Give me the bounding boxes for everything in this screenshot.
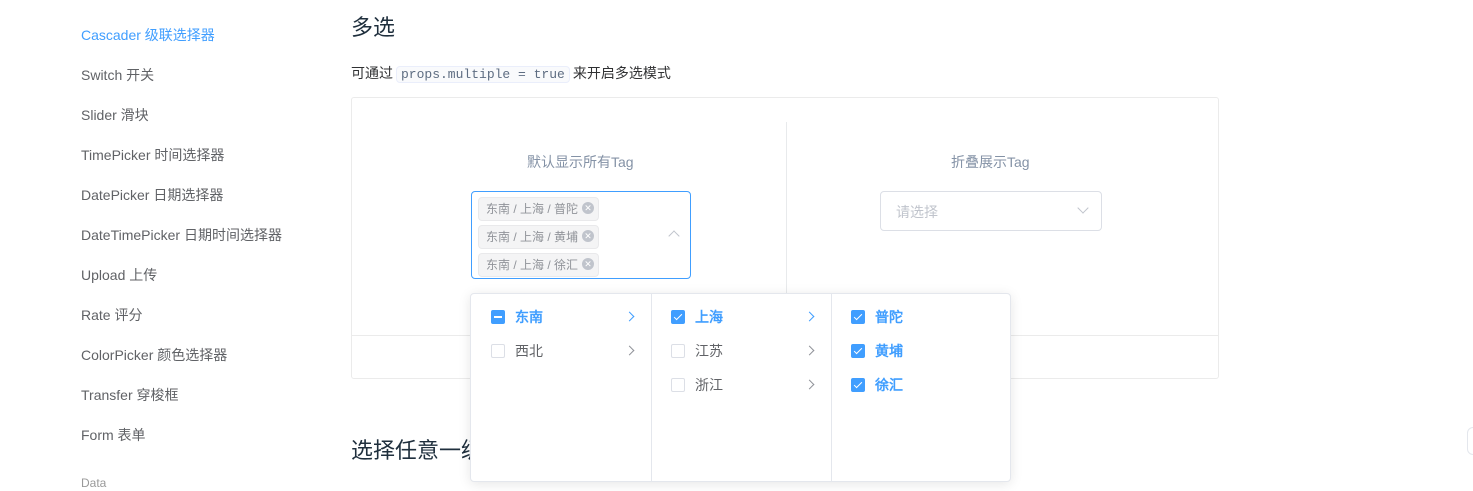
node-checkbox[interactable] [671, 378, 685, 392]
node-checkbox[interactable] [671, 344, 685, 358]
chevron-up-icon[interactable] [668, 230, 680, 242]
chevron-right-icon [804, 311, 815, 322]
sidebar-nav: Cascader 级联选择器 Switch 开关 Slider 滑块 TimeP… [0, 0, 330, 490]
cascader-node-putuo[interactable]: 普陀 [831, 300, 1011, 334]
section-title: 多选 [351, 15, 396, 40]
cascader-dropdown-panel: 东南 西北 上海 江苏 浙江 普陀 黄埔 徐汇 [470, 293, 1011, 482]
cascader-node-huangpu[interactable]: 黄埔 [831, 334, 1011, 368]
sidebar-item-form[interactable]: Form 表单 [81, 425, 146, 445]
tag-close-icon[interactable]: ✕ [582, 202, 595, 214]
sidebar-group-label: Data [81, 476, 107, 490]
node-checkbox[interactable] [851, 310, 865, 324]
sidebar-item-upload[interactable]: Upload 上传 [81, 265, 157, 285]
desc-code: props.multiple = true [396, 66, 570, 83]
cascader-node-shanghai[interactable]: 上海 [651, 300, 831, 334]
desc-text-before: 可通过 [351, 65, 393, 81]
chevron-right-icon [804, 379, 815, 390]
page-edge-handle [1467, 427, 1473, 455]
cascader-node-zhejiang[interactable]: 浙江 [651, 368, 831, 402]
select-placeholder: 请选择 [896, 204, 938, 220]
cascader-collapse-input[interactable]: 请选择 [880, 191, 1102, 231]
cascader-node-xibei[interactable]: 西北 [471, 334, 651, 368]
cascader-multiple-input[interactable]: 东南 / 上海 / 普陀 ✕ 东南 / 上海 / 黄埔 ✕ 东南 / 上海 / … [471, 191, 691, 279]
sidebar-item-datetimepicker[interactable]: DateTimePicker 日期时间选择器 [81, 225, 282, 245]
node-checkbox[interactable] [851, 344, 865, 358]
sidebar-item-colorpicker[interactable]: ColorPicker 颜色选择器 [81, 345, 227, 365]
chevron-right-icon [804, 345, 815, 356]
node-label: 东南 [515, 309, 543, 325]
node-label: 江苏 [695, 343, 723, 359]
desc-text-after: 来开启多选模式 [572, 65, 671, 81]
cascader-node-jiangsu[interactable]: 江苏 [651, 334, 831, 368]
sidebar-item-cascader[interactable]: Cascader 级联选择器 [81, 25, 215, 45]
cascader-node-xuhui[interactable]: 徐汇 [831, 368, 1011, 402]
sidebar-item-switch[interactable]: Switch 开关 [81, 65, 154, 85]
cascader-node-dongnan[interactable]: 东南 [471, 300, 651, 334]
left-demo-label: 默认显示所有Tag [527, 154, 634, 170]
tag-close-icon[interactable]: ✕ [582, 258, 595, 270]
node-label: 浙江 [695, 377, 723, 393]
sidebar-item-datepicker[interactable]: DatePicker 日期选择器 [81, 185, 223, 205]
sidebar-item-timepicker[interactable]: TimePicker 时间选择器 [81, 145, 224, 165]
tag-label: 东南 / 上海 / 徐汇 [486, 258, 579, 272]
tag-close-icon[interactable]: ✕ [582, 230, 595, 242]
cascader-menu-level2: 上海 江苏 浙江 [651, 294, 832, 481]
node-label: 西北 [515, 343, 543, 359]
node-label: 上海 [695, 309, 723, 325]
node-checkbox[interactable] [671, 310, 685, 324]
selected-tag: 东南 / 上海 / 普陀 ✕ [478, 197, 600, 221]
node-label: 徐汇 [875, 377, 903, 393]
node-checkbox[interactable] [851, 378, 865, 392]
cascader-menu-level3: 普陀 黄埔 徐汇 [831, 294, 1010, 481]
node-label: 黄埔 [875, 343, 903, 359]
node-label: 普陀 [875, 309, 903, 325]
chevron-right-icon [624, 345, 635, 356]
tag-label: 东南 / 上海 / 普陀 [486, 202, 579, 216]
next-section-title: 选择任意一级 [351, 438, 484, 463]
right-demo-label: 折叠展示Tag [951, 154, 1030, 170]
sidebar-item-transfer[interactable]: Transfer 穿梭框 [81, 385, 179, 405]
chevron-right-icon [624, 311, 635, 322]
tag-label: 东南 / 上海 / 黄埔 [486, 230, 579, 244]
sidebar-item-rate[interactable]: Rate 评分 [81, 305, 142, 325]
cascader-menu-level1: 东南 西北 [471, 294, 652, 481]
node-checkbox[interactable] [491, 310, 505, 324]
selected-tag: 东南 / 上海 / 徐汇 ✕ [478, 253, 600, 277]
chevron-down-icon[interactable] [1077, 202, 1089, 214]
section-description: 可通过 props.multiple = true 来开启多选模式 [351, 62, 671, 86]
selected-tag: 东南 / 上海 / 黄埔 ✕ [478, 225, 600, 249]
sidebar-item-slider[interactable]: Slider 滑块 [81, 105, 149, 125]
node-checkbox[interactable] [491, 344, 505, 358]
